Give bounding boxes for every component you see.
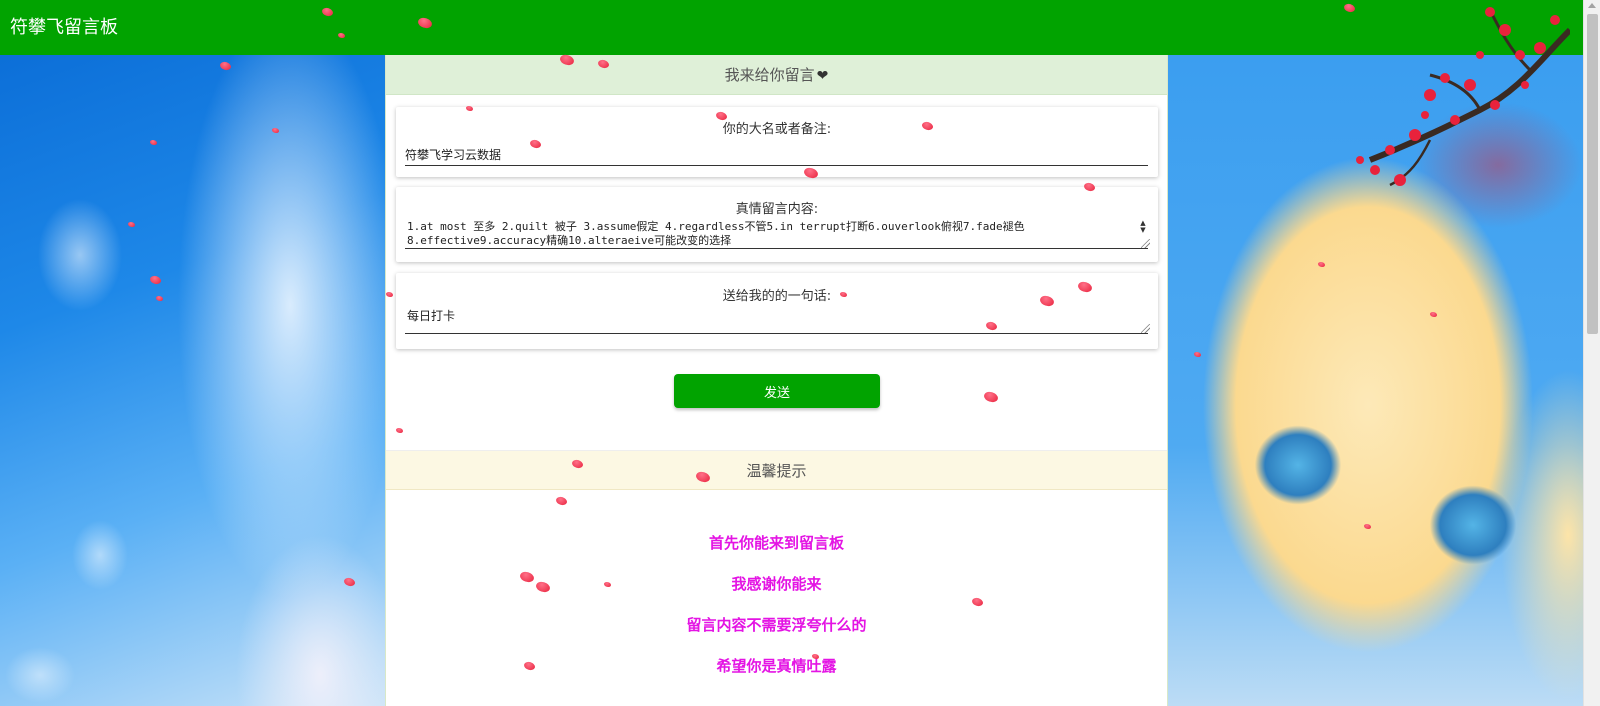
phrase-textarea[interactable] <box>405 308 1148 334</box>
tip-line: 希望你是真情吐露 <box>716 657 837 675</box>
background-art-left <box>0 55 385 706</box>
textarea-scroll-spinner-icon[interactable]: ▲ ▼ <box>1138 220 1148 234</box>
tip-line: 我感谢你能来 <box>731 575 822 593</box>
main-container: 我来给你留言❤ 你的大名或者备注: 真情留言内容: ▲▼ 送给我的的一句话: 发… <box>385 55 1168 706</box>
background-art-right <box>1168 55 1600 706</box>
scroll-up-arrow-icon[interactable] <box>1588 3 1596 8</box>
brand-title[interactable]: 符攀飞留言板 <box>10 16 118 40</box>
form-heading-text: 我来给你留言 <box>724 66 815 84</box>
form-panel-heading: 我来给你留言 ❤ <box>386 55 1167 95</box>
tip-line: 首先你能来到留言板 <box>708 534 844 552</box>
message-field-card: 真情留言内容: ▲▼ <box>396 187 1158 262</box>
textarea-resize-grip-icon[interactable] <box>1141 239 1150 248</box>
page-scrollbar[interactable] <box>1583 0 1600 706</box>
heart-icon: ❤ <box>816 68 829 84</box>
tips-section: 温馨提示 首先你能来到留言板 我感谢你能来 留言内容不需要浮夸什么的 希望你是真… <box>386 450 1167 675</box>
name-label: 你的大名或者备注: <box>722 122 832 137</box>
scrollbar-thumb[interactable] <box>1587 14 1598 334</box>
message-textarea[interactable] <box>405 219 1148 249</box>
tips-panel-heading: 温馨提示 <box>386 450 1167 490</box>
phrase-resize-grip-icon[interactable] <box>1141 324 1150 333</box>
phrase-field-card: 送给我的的一句话: <box>396 273 1158 349</box>
name-input[interactable] <box>405 144 1148 166</box>
message-label: 真情留言内容: <box>735 202 819 217</box>
name-field-card: 你的大名或者备注: <box>396 107 1158 177</box>
tip-line: 留言内容不需要浮夸什么的 <box>686 616 867 634</box>
send-button[interactable]: 发送 <box>674 374 880 408</box>
